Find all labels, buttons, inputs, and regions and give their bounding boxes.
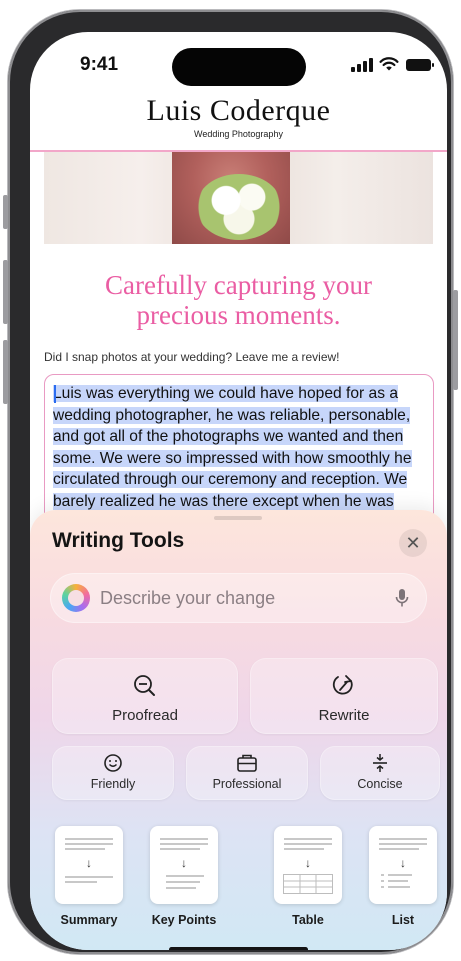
proofread-label: Proofread — [112, 707, 178, 724]
volume-up-button — [3, 260, 8, 324]
professional-label: Professional — [212, 777, 282, 791]
friendly-label: Friendly — [90, 777, 136, 791]
briefcase-icon — [237, 754, 257, 772]
concise-button[interactable]: Concise — [320, 746, 440, 800]
smiley-icon — [104, 754, 122, 772]
wifi-icon — [379, 57, 399, 71]
compress-icon — [373, 754, 387, 772]
headline-line-2: precious moments. — [136, 300, 341, 330]
action-button — [3, 195, 8, 229]
magnifier-minus-icon — [134, 675, 155, 696]
site-title: Luis Coderque — [146, 94, 331, 127]
page-headline: Carefully capturing your precious moment… — [30, 270, 447, 330]
key-points-doc-icon: ↓ — [150, 826, 218, 904]
list-button[interactable]: ↓ List — [358, 826, 447, 927]
home-indicator[interactable] — [169, 947, 308, 950]
rewrite-label: Rewrite — [318, 707, 370, 724]
rewrite-button[interactable]: Rewrite — [250, 658, 438, 734]
list-doc-icon: ↓ — [369, 826, 437, 904]
table-button[interactable]: ↓ Table — [263, 826, 353, 927]
sheet-grabber[interactable] — [214, 516, 262, 520]
friendly-button[interactable]: Friendly — [52, 746, 174, 800]
rewrite-arrow-icon — [332, 675, 353, 695]
writing-tools-title: Writing Tools — [52, 529, 185, 552]
site-header: Luis Coderque Wedding Photography — [30, 94, 447, 139]
writing-tools-panel: Writing Tools ✕ Proo — [30, 510, 447, 950]
status-time: 9:41 — [80, 54, 119, 75]
side-button — [453, 290, 458, 390]
professional-button[interactable]: Professional — [186, 746, 308, 800]
summary-button[interactable]: ↓ Summary — [44, 826, 134, 927]
table-grid-icon — [283, 874, 333, 894]
volume-down-button — [3, 340, 8, 404]
headline-line-1: Carefully capturing your — [105, 270, 372, 300]
microphone-icon[interactable] — [395, 588, 409, 608]
describe-change-field[interactable] — [50, 573, 427, 623]
table-doc-icon: ↓ — [274, 826, 342, 904]
status-bar: 9:41 — [30, 32, 447, 88]
site-tagline: Wedding Photography — [194, 129, 283, 139]
apple-intelligence-icon — [62, 584, 90, 612]
table-label: Table — [292, 913, 324, 927]
dynamic-island — [172, 48, 306, 86]
proofread-button[interactable]: Proofread — [52, 658, 238, 734]
close-button[interactable]: ✕ — [399, 529, 427, 557]
concise-label: Concise — [357, 777, 403, 791]
key-points-label: Key Points — [151, 913, 217, 927]
wedding-photo — [44, 152, 433, 244]
list-label: List — [391, 913, 415, 927]
photo-bouquet — [196, 174, 282, 240]
summary-doc-icon: ↓ — [55, 826, 123, 904]
battery-icon — [406, 59, 434, 71]
xmark-icon: ✕ — [405, 533, 421, 553]
review-prompt: Did I snap photos at your wedding? Leave… — [44, 350, 340, 364]
key-points-button[interactable]: ↓ Key Points — [139, 826, 229, 927]
describe-change-input[interactable] — [100, 573, 380, 623]
summary-label: Summary — [60, 913, 118, 927]
screen: 9:41 Luis Coderque Wedding Photography C… — [30, 32, 447, 950]
cellular-signal-icon — [351, 58, 373, 72]
phone-frame: 9:41 Luis Coderque Wedding Photography C… — [3, 10, 458, 954]
text-cursor — [54, 385, 56, 403]
